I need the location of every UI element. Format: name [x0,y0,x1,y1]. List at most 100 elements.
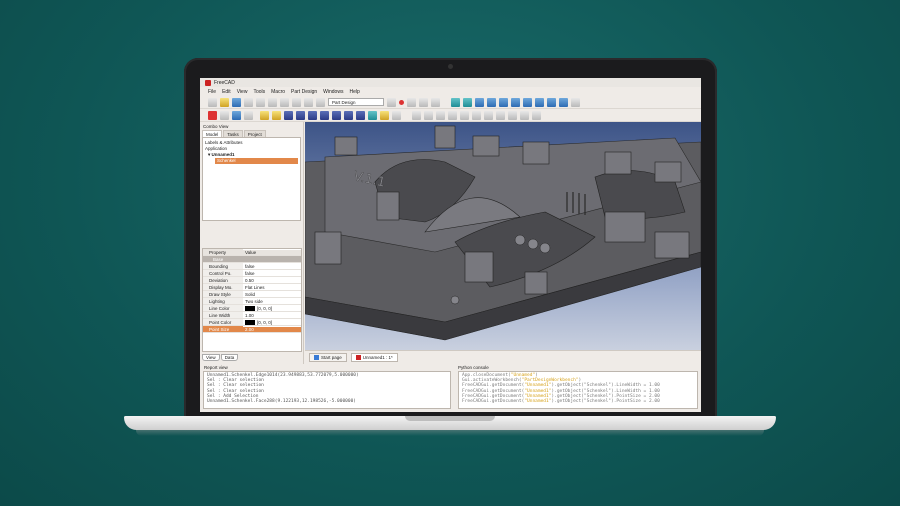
tab-model[interactable]: Model [202,130,223,137]
tab-project[interactable]: Project [243,130,266,137]
tab-data[interactable]: Data [220,354,239,361]
constrain-lock-icon[interactable] [520,110,529,120]
macro-edit-icon[interactable] [419,97,428,107]
open-document-icon[interactable] [220,97,229,107]
menu-file[interactable]: File [208,89,216,95]
macro-run-icon[interactable] [431,97,440,107]
menu-edit[interactable]: Edit [222,89,231,95]
validate-sketch-icon[interactable] [220,110,229,120]
property-row[interactable]: Deviation 0.50 [203,277,301,284]
linear-pattern-icon[interactable] [368,110,377,120]
python-console[interactable]: App.closeDocument("Unnamed") Gui.activat… [458,371,698,409]
workbench-select[interactable]: Part Design [328,98,384,106]
draw-style-icon[interactable] [475,97,484,107]
fillet-icon[interactable] [320,110,329,120]
menu-tools[interactable]: Tools [253,89,265,95]
property-value[interactable]: 1.00 [243,313,301,318]
tab-tasks[interactable]: Tasks [223,130,243,137]
menu-windows[interactable]: Windows [323,89,343,95]
3d-viewport[interactable]: V.1.1 [305,122,701,350]
cad-model[interactable]: V.1.1 [305,122,701,350]
draft-icon[interactable] [344,110,353,120]
sketch-icon[interactable] [208,110,217,120]
pad-icon[interactable] [260,110,269,120]
view-rear-icon[interactable] [535,97,544,107]
print-icon[interactable] [244,97,253,107]
constrain-perpendicular-icon[interactable] [472,110,481,120]
menu-help[interactable]: Help [349,89,359,95]
constrain-vertical-icon[interactable] [448,110,457,120]
undo-icon[interactable] [292,97,301,107]
new-document-icon[interactable] [208,97,217,107]
copy-icon[interactable] [268,97,277,107]
save-document-icon[interactable] [232,97,241,107]
menu-view[interactable]: View [237,89,248,95]
property-column-header: Property [203,249,243,255]
property-value[interactable]: false [243,264,301,269]
constrain-parallel-icon[interactable] [460,110,469,120]
constrain-distance-icon[interactable] [532,110,541,120]
chamfer-icon[interactable] [332,110,341,120]
menu-macro[interactable]: Macro [271,89,285,95]
measure-distance-icon[interactable] [571,97,580,107]
property-value[interactable]: Two side [243,299,301,304]
property-value[interactable]: false [243,271,301,276]
property-group[interactable]: Base [203,256,301,263]
laptop-shadow [136,430,764,436]
report-line: Unnamed1.Schenkel.Face288(9.122193,12.19… [207,399,357,405]
macro-record-icon[interactable] [399,99,404,105]
groove-icon[interactable] [296,110,305,120]
tree-item-selected[interactable]: Schenkel [215,158,298,164]
multitransform-icon[interactable] [412,110,421,120]
property-row[interactable]: Control Po. false [203,270,301,277]
constrain-point-icon[interactable] [424,110,433,120]
property-row[interactable]: Display Mo. Flat Lines [203,284,301,291]
fit-selection-icon[interactable] [463,97,472,107]
menu-part-design[interactable]: Part Design [291,89,317,95]
leave-sketch-icon[interactable] [244,110,253,120]
revolution-icon[interactable] [272,110,281,120]
property-row[interactable]: Lighting Two side [203,298,301,305]
constrain-horizontal-icon[interactable] [436,110,445,120]
property-row[interactable]: Bounding false [203,263,301,270]
tab-document[interactable]: Unnamed1 : 1* [350,353,398,362]
view-front-icon[interactable] [499,97,508,107]
scaled-icon[interactable] [392,110,401,120]
property-name: Line Color [203,305,243,311]
property-row[interactable]: Line Width 1.00 [203,312,301,319]
property-value[interactable]: [0, 0, 0] [243,319,301,325]
main-area: Combo View Model Tasks Project Labels & … [200,122,701,364]
redo-icon[interactable] [304,97,313,107]
fit-all-icon[interactable] [451,97,460,107]
property-row[interactable]: Point Color [0, 0, 0] [203,319,301,326]
mirrored-icon[interactable] [356,110,365,120]
attach-sketch-icon[interactable] [232,110,241,120]
hole-icon[interactable] [308,110,317,120]
whats-this-icon[interactable] [387,97,396,107]
macro-stop-icon[interactable] [407,97,416,107]
report-view[interactable]: Unnamed1.Schenkel.Edge1014(23.949883,53.… [203,371,451,409]
property-value[interactable]: Solid [243,292,301,297]
view-isometric-icon[interactable] [487,97,496,107]
tab-view[interactable]: View [202,354,220,361]
property-value[interactable]: Flat Lines [243,285,301,290]
property-row-selected[interactable]: Point Size 2.00 [203,326,301,333]
property-row[interactable]: Line Color [0, 0, 0] [203,305,301,312]
property-row[interactable]: Draw Style Solid [203,291,301,298]
property-value[interactable]: 0.50 [243,278,301,283]
property-value[interactable]: 2.00 [243,326,301,332]
constrain-tangent-icon[interactable] [484,110,493,120]
view-right-icon[interactable] [523,97,532,107]
refresh-icon[interactable] [316,97,325,107]
view-bottom-icon[interactable] [547,97,556,107]
constrain-symmetric-icon[interactable] [508,110,517,120]
view-top-icon[interactable] [511,97,520,107]
pocket-icon[interactable] [284,110,293,120]
paste-icon[interactable] [280,97,289,107]
constrain-equal-icon[interactable] [496,110,505,120]
tab-start-page[interactable]: Start page [309,353,347,362]
property-value[interactable]: [0, 0, 0] [243,305,301,311]
polar-pattern-icon[interactable] [380,110,389,120]
view-left-icon[interactable] [559,97,568,107]
cut-icon[interactable] [256,97,265,107]
